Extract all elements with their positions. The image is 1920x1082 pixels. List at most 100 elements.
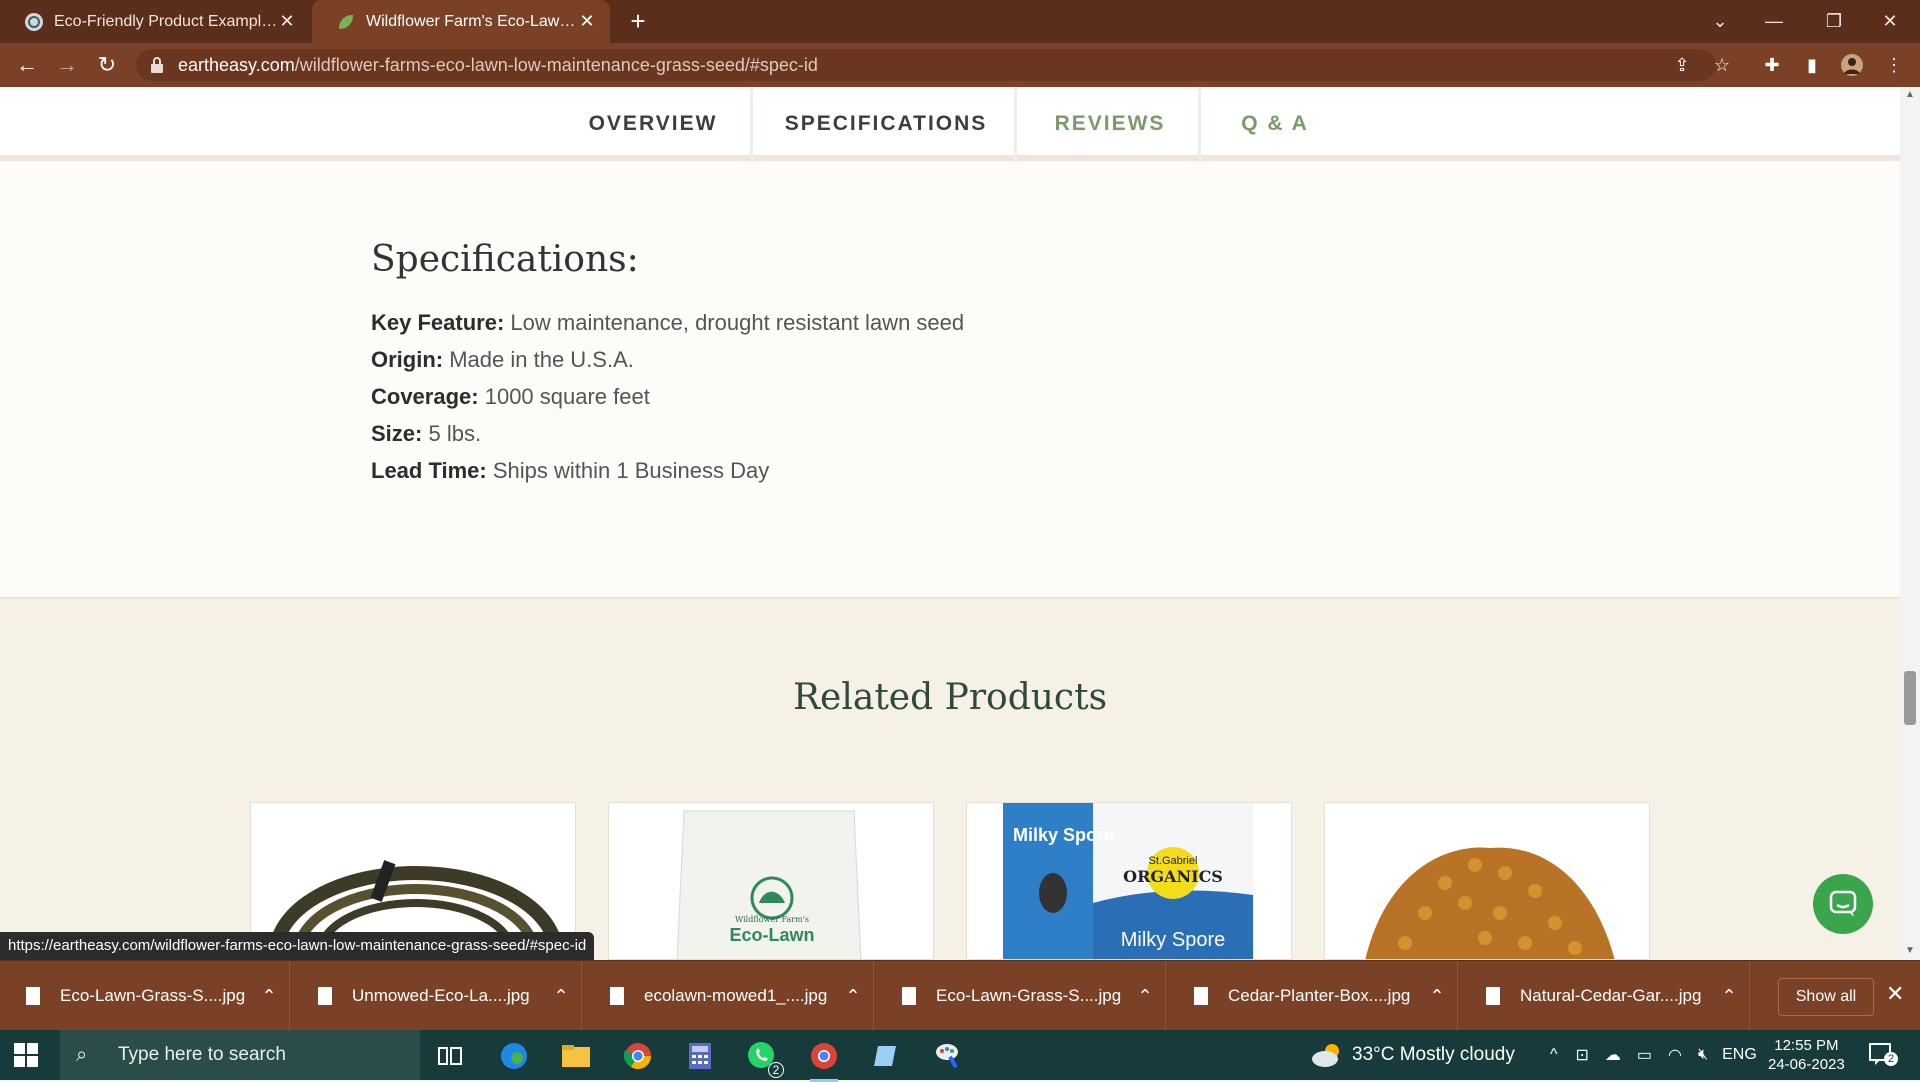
restore-button[interactable]: ❐ [1806, 0, 1862, 43]
chevron-up-icon[interactable]: ⌃ [1709, 986, 1749, 1007]
scroll-up-arrow-icon[interactable]: ▲ [1905, 89, 1915, 100]
milky-spore-brand-small: St.Gabriel [1148, 855, 1198, 867]
onedrive-cloud-icon[interactable]: ☁ [1605, 1045, 1621, 1065]
chat-bubble-icon [1829, 890, 1857, 917]
spec-value: 1000 square feet [484, 384, 650, 409]
paint-app-icon[interactable] [928, 1038, 968, 1074]
chat-support-button[interactable] [1813, 874, 1873, 934]
file-icon [1194, 987, 1208, 1005]
weather-widget[interactable]: 33°C Mostly cloudy [1310, 1030, 1515, 1080]
url-path: /wildflower-farms-eco-lawn-low-maintenan… [294, 55, 818, 75]
language-indicator[interactable]: ENG [1722, 1046, 1757, 1064]
wifi-icon[interactable]: ◠ [1668, 1045, 1682, 1065]
specifications-section: Specifications: Key Feature: Low mainten… [371, 239, 964, 489]
taskbar-clock[interactable]: 12:55 PM 24-06-2023 [1768, 1036, 1845, 1074]
tab-specifications[interactable]: SPECIFICATIONS [770, 87, 1002, 161]
file-icon [318, 987, 332, 1005]
chevron-up-icon[interactable]: ^ [1550, 1046, 1558, 1064]
minimize-button[interactable]: — [1746, 0, 1802, 43]
related-product-card-eco-lawn[interactable]: Wildflower Farm's Eco-Lawn [608, 802, 934, 960]
spec-value: Ships within 1 Business Day [492, 458, 770, 483]
chrome-profile-icon[interactable] [804, 1038, 844, 1082]
file-icon [610, 987, 624, 1005]
back-arrow-icon[interactable]: ← [12, 50, 42, 80]
task-view-icon[interactable] [430, 1038, 470, 1074]
chevron-up-icon[interactable]: ⌃ [1417, 986, 1457, 1007]
spec-label: Key Feature: [371, 310, 505, 335]
windows-start-icon[interactable] [14, 1043, 38, 1067]
download-item[interactable]: Eco-Lawn-Grass-S....jpg ⌃ [0, 961, 290, 1031]
download-item[interactable]: Eco-Lawn-Grass-S....jpg ⌃ [876, 961, 1166, 1031]
cloudy-weather-icon [1312, 1044, 1339, 1067]
page-scrollbar[interactable]: ▲ ▼ [1900, 87, 1920, 960]
scroll-down-arrow-icon[interactable]: ▼ [1905, 945, 1915, 956]
scrollbar-thumb[interactable] [1904, 671, 1916, 725]
show-all-downloads-button[interactable]: Show all [1778, 978, 1874, 1016]
system-tray: ^ ⊡ ☁ ▭ ◠ 🔇︎ ENG [1540, 1030, 1763, 1080]
close-download-shelf-icon[interactable]: ✕ [1886, 981, 1904, 1007]
extensions-puzzle-icon[interactable]: ✚ [1758, 51, 1786, 79]
new-tab-button[interactable]: + [622, 6, 654, 38]
windows-taskbar: ⌕ Type here to search 2 33°C Mostly clou… [0, 1030, 1920, 1082]
notification-center-icon[interactable]: 2 [1868, 1042, 1898, 1068]
forward-arrow-icon[interactable]: → [52, 50, 82, 80]
openai-favicon-icon [24, 12, 44, 32]
notes-app-icon[interactable] [866, 1038, 906, 1074]
taskbar-search-box[interactable]: ⌕ Type here to search [60, 1030, 420, 1080]
download-item[interactable]: Cedar-Planter-Box....jpg ⌃ [1168, 961, 1458, 1031]
related-product-card-milky-spore[interactable]: Milky Spore St.Gabriel ORGANICS Milky Sp… [966, 802, 1292, 960]
chevron-up-icon[interactable]: ⌃ [249, 986, 289, 1007]
spec-label: Lead Time: [371, 458, 487, 483]
download-item[interactable]: Unmowed-Eco-La....jpg ⌃ [292, 961, 582, 1031]
clock-time: 12:55 PM [1774, 1037, 1839, 1054]
chevron-up-icon[interactable]: ⌃ [1125, 986, 1165, 1007]
profile-avatar[interactable] [1838, 51, 1866, 79]
file-icon [902, 987, 916, 1005]
download-item[interactable]: ecolawn-mowed1_....jpg ⌃ [584, 961, 874, 1031]
tab-search-chevron-icon[interactable]: ⌄ [1692, 0, 1748, 43]
calculator-icon[interactable] [680, 1038, 720, 1074]
url-host: eartheasy.com [178, 55, 295, 75]
milky-spore-brand: ORGANICS [1123, 867, 1223, 886]
tab-overview[interactable]: OVERVIEW [580, 87, 726, 161]
whatsapp-icon[interactable]: 2 [742, 1038, 784, 1078]
tab-eco-lawn[interactable]: Wildflower Farm's Eco-Lawn Gras ✕ [312, 0, 610, 43]
pellets-image [1365, 847, 1615, 959]
milky-spore-front-label: Milky Spore [1120, 929, 1226, 951]
download-item[interactable]: Natural-Cedar-Gar....jpg ⌃ [1460, 961, 1750, 1031]
close-tab-icon[interactable]: ✕ [578, 11, 596, 32]
spec-value: 5 lbs. [428, 421, 482, 446]
file-icon [26, 987, 40, 1005]
address-bar[interactable]: eartheasy.com/wildflower-farms-eco-lawn-… [136, 49, 1716, 81]
chevron-up-icon[interactable]: ⌃ [833, 986, 873, 1007]
lock-icon [151, 57, 163, 73]
chevron-up-icon[interactable]: ⌃ [541, 986, 581, 1007]
download-filename: Natural-Cedar-Gar....jpg [1520, 986, 1702, 1005]
chrome-icon[interactable] [618, 1038, 658, 1074]
nav-divider [1198, 87, 1201, 161]
menu-kebab-icon[interactable]: ⋮ [1880, 51, 1908, 79]
search-placeholder: Type here to search [118, 1044, 286, 1065]
meet-now-icon[interactable]: ⊡ [1576, 1045, 1589, 1065]
reload-icon[interactable]: ↻ [92, 50, 122, 80]
close-window-button[interactable]: ✕ [1862, 0, 1918, 43]
share-icon[interactable]: ⇪ [1668, 51, 1696, 79]
related-product-card-pellets[interactable] [1324, 802, 1650, 960]
tab-reviews[interactable]: REVIEWS [1040, 87, 1180, 161]
bookmark-star-icon[interactable]: ☆ [1708, 51, 1736, 79]
tab-q-and-a[interactable]: Q & A [1224, 87, 1326, 161]
side-panel-icon[interactable]: ▮ [1798, 51, 1826, 79]
spec-row-coverage: Coverage: 1000 square feet [371, 378, 964, 415]
toolbar: ← → ↻ eartheasy.com/wildflower-farms-eco… [0, 43, 1920, 87]
close-tab-icon[interactable]: ✕ [278, 11, 296, 32]
file-explorer-icon[interactable] [556, 1038, 596, 1074]
tab-eco-friendly-examples[interactable]: Eco-Friendly Product Examples ✕ [0, 0, 310, 43]
spec-label: Origin: [371, 347, 444, 372]
edge-browser-icon[interactable] [494, 1038, 534, 1074]
eco-lawn-bag-tagline: Wildflower Farm's [735, 915, 809, 924]
battery-icon[interactable]: ▭ [1637, 1045, 1652, 1065]
specifications-heading: Specifications: [371, 239, 639, 280]
volume-muted-icon[interactable]: 🔇︎ [1698, 1046, 1708, 1064]
download-filename: Eco-Lawn-Grass-S....jpg [936, 986, 1122, 1005]
download-filename: Unmowed-Eco-La....jpg [352, 986, 530, 1005]
